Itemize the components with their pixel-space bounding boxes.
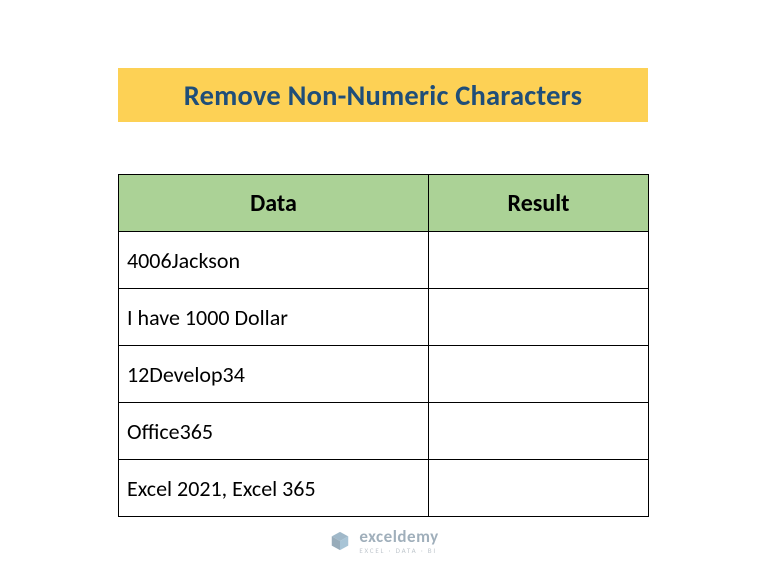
result-cell: [429, 460, 649, 517]
data-cell: I have 1000 Dollar: [119, 289, 429, 346]
document-canvas: Remove Non-Numeric Characters Data Resul…: [0, 0, 768, 582]
table-row: Office365: [119, 403, 649, 460]
data-cell: Office365: [119, 403, 429, 460]
watermark-text: exceldemy EXCEL · DATA · BI: [359, 528, 438, 554]
title-text: Remove Non-Numeric Characters: [184, 78, 582, 113]
table-row: 4006Jackson: [119, 232, 649, 289]
data-table: Data Result 4006Jackson I have 1000 Doll…: [118, 174, 649, 517]
result-cell: [429, 403, 649, 460]
result-cell: [429, 289, 649, 346]
header-result: Result: [429, 175, 649, 232]
table-header-row: Data Result: [119, 175, 649, 232]
data-cell: 4006Jackson: [119, 232, 429, 289]
header-data: Data: [119, 175, 429, 232]
table-row: Excel 2021, Excel 365: [119, 460, 649, 517]
watermark: exceldemy EXCEL · DATA · BI: [0, 528, 768, 554]
result-cell: [429, 232, 649, 289]
table-row: 12Develop34: [119, 346, 649, 403]
watermark-brand: exceldemy: [359, 528, 438, 545]
title-bar: Remove Non-Numeric Characters: [118, 68, 648, 122]
watermark-tag: EXCEL · DATA · BI: [359, 547, 438, 554]
result-cell: [429, 346, 649, 403]
data-cell: Excel 2021, Excel 365: [119, 460, 429, 517]
cube-icon: [329, 530, 351, 552]
table-row: I have 1000 Dollar: [119, 289, 649, 346]
data-cell: 12Develop34: [119, 346, 429, 403]
